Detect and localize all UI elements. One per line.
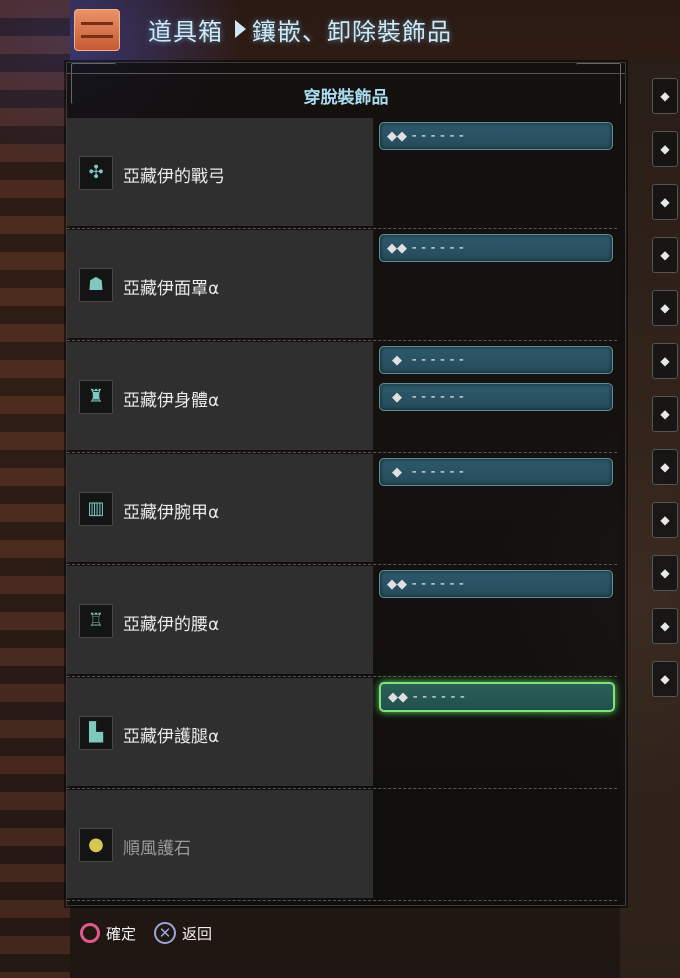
equipment-name: 順風護石 — [123, 839, 191, 859]
equipment-name: 亞藏伊面罩α — [123, 279, 220, 299]
cross-button-icon: ✕ — [154, 922, 177, 944]
decoration-slot[interactable]: ◆ ------ — [379, 458, 613, 486]
equipment-name: 亞藏伊的戰弓 — [123, 167, 225, 187]
equipment-cell[interactable]: ✣ 亞藏伊的戰弓 — [67, 118, 373, 226]
row-divider — [67, 228, 617, 229]
equipment-row[interactable]: ▥ 亞藏伊腕甲α ◆ ------ — [67, 454, 625, 565]
panel-divider — [67, 73, 625, 74]
row-divider — [67, 676, 617, 677]
equipment-name: 亞藏伊護腿α — [123, 727, 220, 747]
charm-icon: ● — [79, 828, 113, 862]
background-wall-left — [0, 0, 70, 978]
equipment-cell[interactable]: ♖ 亞藏伊的腰α — [67, 566, 373, 674]
decoration-panel: 穿脫裝飾品 ✣ 亞藏伊的戰弓 ◆◆ ------ ☗ 亞藏伊面罩α ◆◆ ------ ♜ 亞藏伊… — [66, 62, 626, 906]
slot-empty-label: ------ — [410, 576, 467, 592]
equipment-cell[interactable]: ▙ 亞藏伊護腿α — [67, 678, 373, 786]
page-title: 鑲嵌、卸除裝飾品 — [252, 17, 452, 46]
slot-empty-label: ------ — [410, 240, 467, 256]
gem-lv1-icon: ◆ — [392, 389, 402, 405]
row-divider — [67, 340, 617, 341]
side-gem-icon: ◆ — [652, 608, 678, 644]
chevron-right-icon — [235, 20, 246, 38]
side-gem-icon: ◆ — [652, 396, 678, 432]
decoration-slot[interactable]: ◆◆ ------ — [379, 570, 613, 598]
gem-lv1-icon: ◆ — [392, 464, 402, 480]
chest-icon: ♜ — [79, 380, 113, 414]
gem-lv1-icon: ◆ — [392, 352, 402, 368]
gem-lv3-icon: ◆◆ — [388, 689, 408, 705]
equipment-row[interactable]: ♜ 亞藏伊身體α ◆ ------ ◆ ------ — [67, 342, 625, 453]
row-divider — [67, 452, 617, 453]
equipment-name: 亞藏伊腕甲α — [123, 503, 220, 523]
equipment-cell[interactable]: ▥ 亞藏伊腕甲α — [67, 454, 373, 562]
decoration-slot[interactable]: ◆◆ ------ — [379, 122, 613, 150]
waist-icon: ♖ — [79, 604, 113, 638]
slot-empty-label: ------ — [410, 389, 467, 405]
gem-lv3-icon: ◆◆ — [387, 576, 407, 592]
button-prompts: 確定 ✕ 返回 — [80, 922, 230, 944]
equipment-cell[interactable]: ● 順風護石 — [67, 790, 373, 898]
equipment-name: 亞藏伊身體α — [123, 391, 220, 411]
slot-empty-label: ------ — [410, 128, 467, 144]
side-gem-icon: ◆ — [652, 237, 678, 273]
equipment-cell[interactable]: ☗ 亞藏伊面罩α — [67, 230, 373, 338]
header: 道具箱 鑲嵌、卸除裝飾品 — [70, 4, 452, 54]
legs-icon: ▙ — [79, 716, 113, 750]
gem-lv3-icon: ◆◆ — [387, 240, 407, 256]
side-gem-icon: ◆ — [652, 661, 678, 697]
gem-lv3-icon: ◆◆ — [387, 128, 407, 144]
equipment-cell[interactable]: ♜ 亞藏伊身體α — [67, 342, 373, 450]
side-decoration-list: ◆ ◆ ◆ ◆ ◆ ◆ ◆ ◆ ◆ ◆ ◆ ◆ — [652, 78, 680, 714]
decoration-slot[interactable]: ◆ ------ — [379, 346, 613, 374]
side-gem-icon: ◆ — [652, 449, 678, 485]
side-gem-icon: ◆ — [652, 343, 678, 379]
side-gem-icon: ◆ — [652, 131, 678, 167]
decoration-slot[interactable]: ◆ ------ — [379, 383, 613, 411]
equipment-row[interactable]: ▙ 亞藏伊護腿α ◆◆ ------ — [67, 678, 625, 789]
arms-icon: ▥ — [79, 492, 113, 526]
confirm-prompt[interactable]: 確定 — [106, 923, 136, 944]
equipment-row[interactable]: ● 順風護石 — [67, 790, 625, 901]
side-gem-icon: ◆ — [652, 78, 678, 114]
back-prompt[interactable]: 返回 — [182, 923, 212, 944]
item-box-icon — [70, 7, 120, 51]
side-gem-icon: ◆ — [652, 502, 678, 538]
row-divider — [67, 900, 617, 901]
equipment-row[interactable]: ✣ 亞藏伊的戰弓 ◆◆ ------ — [67, 118, 625, 229]
equipment-row[interactable]: ☗ 亞藏伊面罩α ◆◆ ------ — [67, 230, 625, 341]
circle-button-icon — [80, 923, 100, 943]
decoration-slot-selected[interactable]: ◆◆ ------ — [379, 682, 615, 712]
slot-empty-label: ------ — [410, 352, 467, 368]
row-divider — [67, 564, 617, 565]
slot-empty-label: ------ — [411, 689, 468, 705]
bow-icon: ✣ — [79, 156, 113, 190]
panel-title: 穿脫裝飾品 — [303, 88, 389, 108]
breadcrumb-section: 道具箱 — [148, 17, 223, 46]
equipment-row[interactable]: ♖ 亞藏伊的腰α ◆◆ ------ — [67, 566, 625, 677]
helm-icon: ☗ — [79, 268, 113, 302]
side-gem-icon: ◆ — [652, 184, 678, 220]
decoration-slot[interactable]: ◆◆ ------ — [379, 234, 613, 262]
side-gem-icon: ◆ — [652, 555, 678, 591]
breadcrumb: 道具箱 鑲嵌、卸除裝飾品 — [148, 12, 452, 47]
equipment-name: 亞藏伊的腰α — [123, 615, 220, 635]
row-divider — [67, 788, 617, 789]
slot-empty-label: ------ — [410, 464, 467, 480]
side-gem-icon: ◆ — [652, 290, 678, 326]
